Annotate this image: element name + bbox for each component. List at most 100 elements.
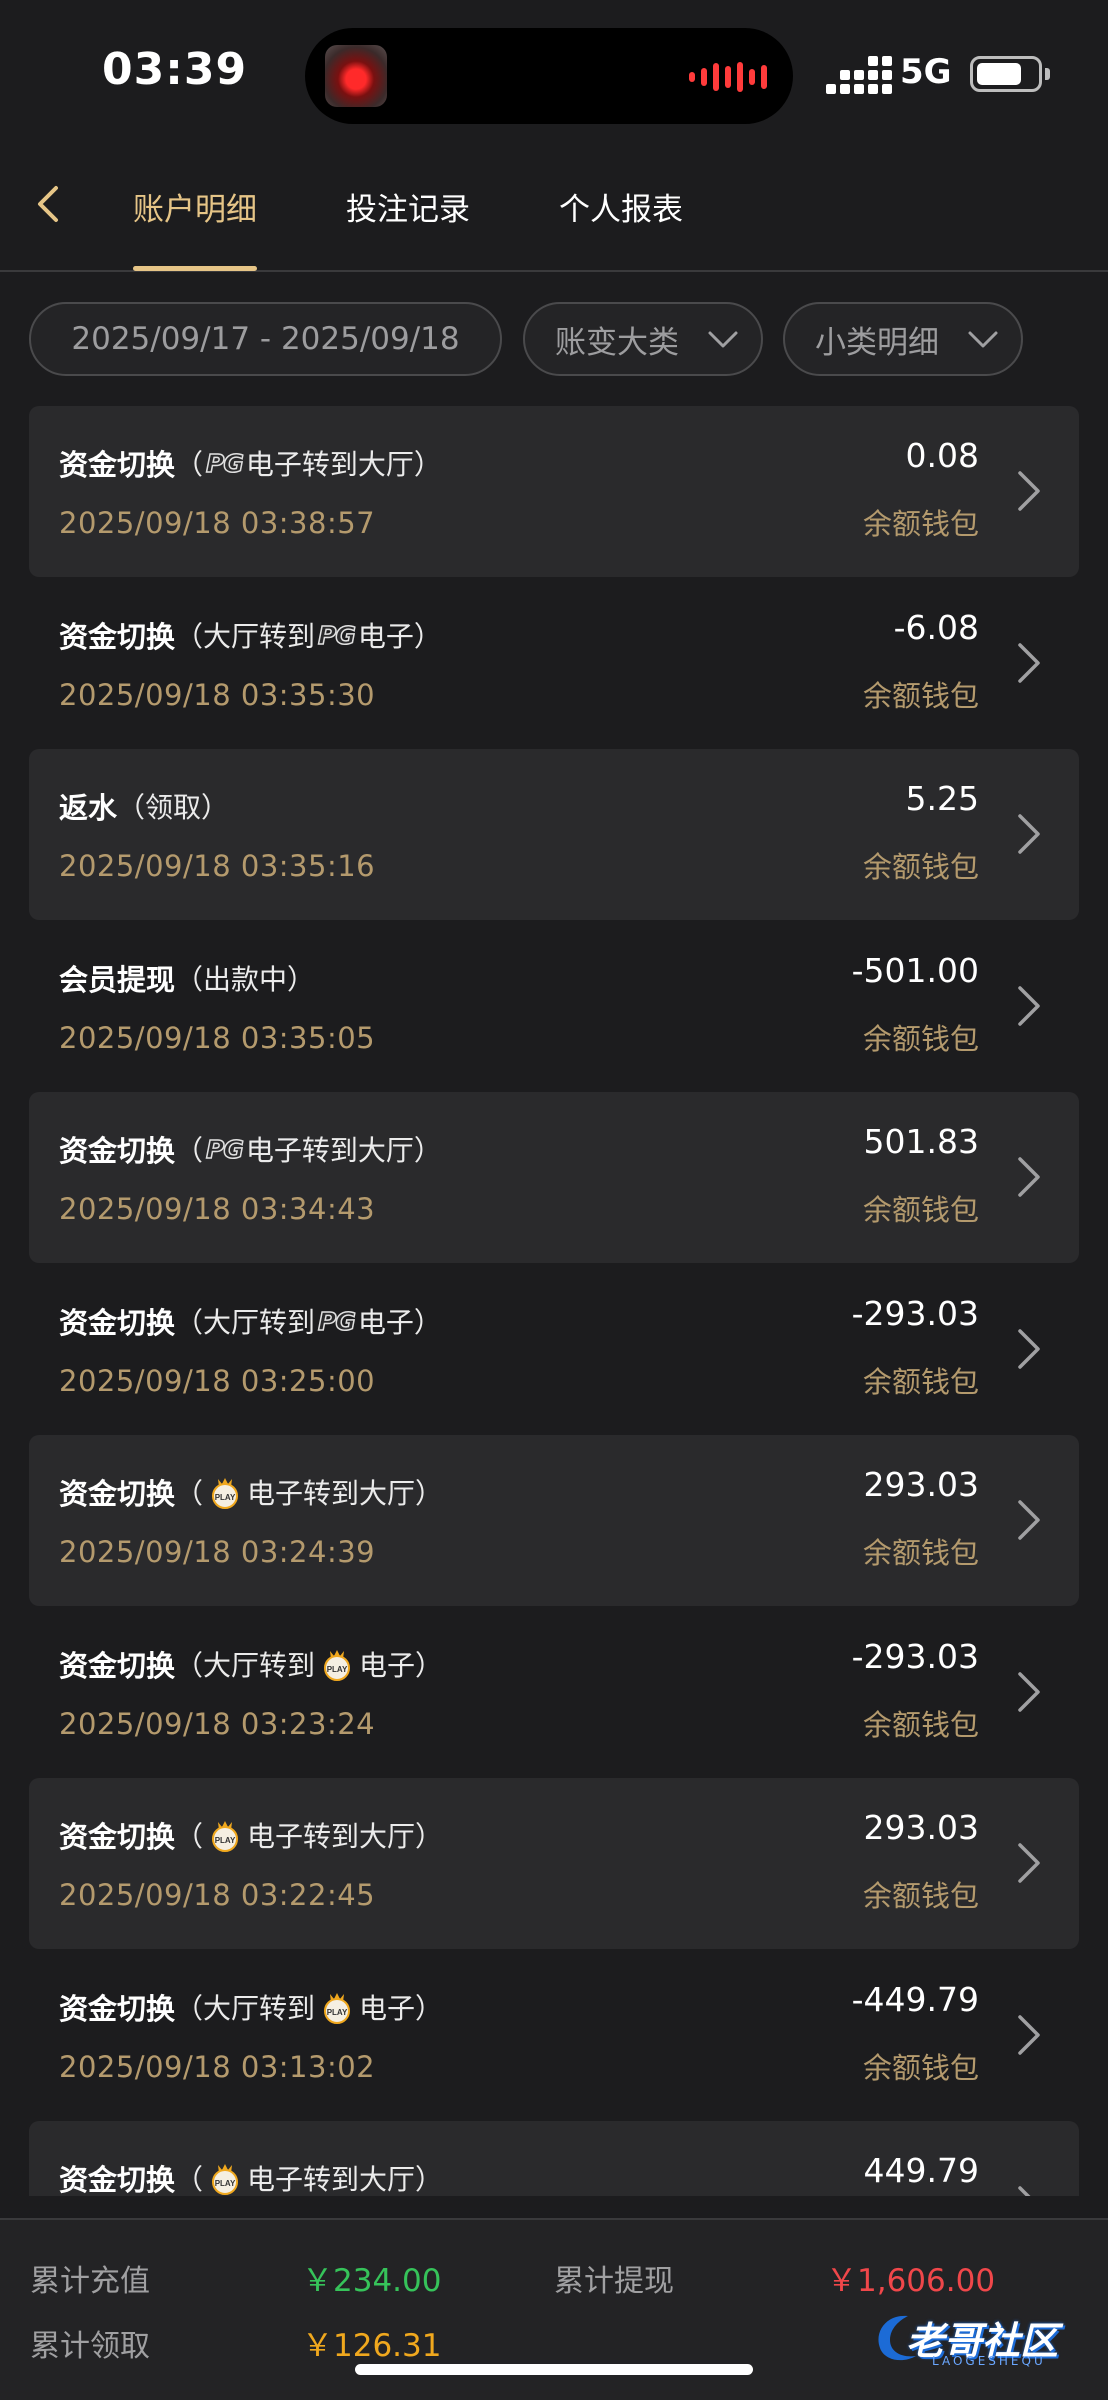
subcategory-dropdown[interactable]: 小类明细: [783, 302, 1023, 376]
transaction-time: 2025/09/18 03:34:43: [59, 1192, 376, 1226]
chevron-right-icon: [1018, 643, 1040, 683]
transaction-row[interactable]: 资金切换（PLAY 电子转到大厅） 2025/09/18 03:22:45 293.0…: [29, 1778, 1079, 1949]
total-deposit-label: 累计充值: [30, 2264, 150, 2299]
pg-provider-icon: PG: [205, 448, 244, 479]
wallet-type: 余额钱包: [862, 1536, 979, 1570]
transaction-row[interactable]: 资金切换（大厅转到 PG 电子） 2025/09/18 03:25:00 -293.03…: [29, 1264, 1079, 1435]
transaction-row[interactable]: 资金切换（PLAY 电子转到大厅） 449.79: [29, 2121, 1079, 2196]
transaction-title: 资金切换（PLAY 电子转到大厅）: [59, 1814, 443, 1856]
top-nav: 账户明细 投注记录 个人报表: [0, 140, 1108, 272]
transaction-row[interactable]: 资金切换（大厅转到 PLAY 电子） 2025/09/18 03:23:24 -293.…: [29, 1607, 1079, 1778]
watermark-logo: 老哥社区 LAOGESHEQU: [868, 2306, 1094, 2372]
svg-text:PLAY: PLAY: [327, 1665, 348, 1674]
transaction-title: 资金切换（PLAY 电子转到大厅）: [59, 1471, 443, 1513]
transaction-type: 会员提现: [59, 963, 176, 997]
chevron-left-icon: [38, 186, 58, 222]
transaction-detail: （领取）: [117, 791, 230, 824]
wallet-type: 余额钱包: [862, 507, 979, 541]
play-provider-icon: PLAY: [209, 2161, 241, 2195]
transaction-type: 资金切换: [59, 2163, 176, 2196]
transaction-time: 2025/09/18 03:13:02: [59, 2050, 376, 2084]
date-range-picker[interactable]: 2025/09/17 - 2025/09/18: [29, 302, 502, 376]
transaction-detail: （大厅转到 PG 电子）: [175, 1306, 442, 1339]
battery-icon: [970, 56, 1042, 92]
total-claim-label: 累计领取: [30, 2329, 150, 2364]
wallet-type: 余额钱包: [862, 1022, 979, 1056]
transaction-title: 资金切换（PG 电子转到大厅）: [59, 442, 442, 484]
total-deposit-value: ￥234.00: [302, 2263, 442, 2299]
audio-waveform-icon: [689, 62, 767, 92]
wallet-type: 余额钱包: [862, 679, 979, 713]
transaction-type: 资金切换: [59, 1134, 176, 1168]
svg-text:PLAY: PLAY: [327, 2008, 348, 2017]
transaction-time: 2025/09/18 03:24:39: [59, 1535, 376, 1569]
filter-bar: 2025/09/17 - 2025/09/18 账变大类 小类明细: [0, 302, 1108, 378]
back-button[interactable]: [28, 182, 72, 226]
pg-provider-icon: PG: [317, 1306, 356, 1337]
transaction-title: 资金切换（PG 电子转到大厅）: [59, 1128, 442, 1170]
tab-account-details[interactable]: 账户明细: [133, 184, 257, 229]
total-withdraw-label: 累计提现: [554, 2264, 674, 2299]
transaction-row[interactable]: 返水（领取） 2025/09/18 03:35:16 5.25 余额钱包: [29, 749, 1079, 920]
tab-bet-records[interactable]: 投注记录: [346, 184, 470, 229]
chevron-right-icon: [1018, 814, 1040, 854]
total-withdraw-value: ￥1,606.00: [826, 2263, 996, 2299]
home-indicator[interactable]: [355, 2364, 753, 2375]
transaction-time: 2025/09/18 03:25:00: [59, 1364, 376, 1398]
transaction-row[interactable]: 资金切换（PLAY 电子转到大厅） 2025/09/18 03:24:39 293.0…: [29, 1435, 1079, 1606]
transaction-title: 返水（领取）: [59, 785, 229, 827]
transaction-type: 资金切换: [59, 1306, 176, 1340]
transaction-time: 2025/09/18 03:22:45: [59, 1878, 376, 1912]
transaction-type: 资金切换: [59, 620, 176, 654]
transaction-type: 返水: [59, 791, 118, 825]
chevron-right-icon: [1018, 2015, 1040, 2055]
transaction-row[interactable]: 资金切换（大厅转到 PLAY 电子） 2025/09/18 03:13:02 -449.…: [29, 1950, 1079, 2121]
transaction-row[interactable]: 资金切换（大厅转到 PG 电子） 2025/09/18 03:35:30 -6.08 余额…: [29, 578, 1079, 749]
play-provider-icon: PLAY: [209, 1818, 241, 1852]
transaction-list: 资金切换（PG 电子转到大厅） 2025/09/18 03:38:57 0.08 余额钱…: [0, 406, 1108, 2196]
transaction-row[interactable]: 资金切换（PG 电子转到大厅） 2025/09/18 03:38:57 0.08 余额钱…: [29, 406, 1079, 577]
status-time: 03:39: [102, 44, 248, 95]
dynamic-island[interactable]: [305, 28, 793, 124]
chevron-right-icon: [1018, 1329, 1040, 1369]
transaction-type: 资金切换: [59, 1649, 176, 1683]
svg-text:PLAY: PLAY: [215, 1493, 236, 1502]
active-tab-indicator: [133, 266, 257, 271]
transaction-time: 2025/09/18 03:23:24: [59, 1707, 376, 1741]
transaction-row[interactable]: 资金切换（PG 电子转到大厅） 2025/09/18 03:34:43 501.83 余…: [29, 1092, 1079, 1263]
transaction-title: 资金切换（大厅转到 PLAY 电子）: [59, 1643, 443, 1685]
battery-tip: [1045, 68, 1050, 80]
chevron-down-icon: [708, 331, 738, 348]
transaction-detail: （出款中）: [175, 963, 316, 996]
play-provider-icon: PLAY: [321, 1990, 353, 2024]
transaction-time: 2025/09/18 03:35:30: [59, 678, 376, 712]
transaction-type: 资金切换: [59, 1477, 176, 1511]
wallet-type: 余额钱包: [862, 1193, 979, 1227]
transaction-row[interactable]: 会员提现（出款中） 2025/09/18 03:35:05 -501.00 余额钱包: [29, 921, 1079, 1092]
transaction-time: 2025/09/18 03:35:05: [59, 1021, 376, 1055]
transaction-detail: （PLAY 电子转到大厅）: [175, 1477, 444, 1510]
transaction-detail: （PG 电子转到大厅）: [175, 1134, 442, 1167]
pg-provider-icon: PG: [317, 620, 356, 651]
transaction-type: 资金切换: [59, 1992, 176, 2026]
transaction-amount: -6.08: [893, 608, 979, 647]
transaction-detail: （大厅转到 PG 电子）: [175, 620, 442, 653]
transaction-amount: 5.25: [905, 779, 979, 818]
wallet-type: 余额钱包: [862, 2051, 979, 2085]
transaction-amount: 501.83: [863, 1122, 979, 1161]
chevron-right-icon: [1018, 1672, 1040, 1712]
wallet-type: 余额钱包: [862, 850, 979, 884]
transaction-time: 2025/09/18 03:38:57: [59, 506, 376, 540]
total-claim-value: ￥126.31: [302, 2328, 442, 2364]
chevron-right-icon: [1018, 1157, 1040, 1197]
category-dropdown[interactable]: 账变大类: [523, 302, 763, 376]
pg-provider-icon: PG: [205, 1134, 244, 1165]
chevron-down-icon: [968, 331, 998, 348]
chevron-right-icon: [1018, 986, 1040, 1026]
transaction-amount: -449.79: [851, 1980, 979, 2019]
network-type: 5G: [900, 52, 952, 92]
transaction-amount: -501.00: [851, 951, 979, 990]
transaction-detail: （大厅转到 PLAY 电子）: [175, 1990, 444, 2025]
transaction-time: 2025/09/18 03:35:16: [59, 849, 376, 883]
tab-personal-report[interactable]: 个人报表: [559, 184, 683, 229]
